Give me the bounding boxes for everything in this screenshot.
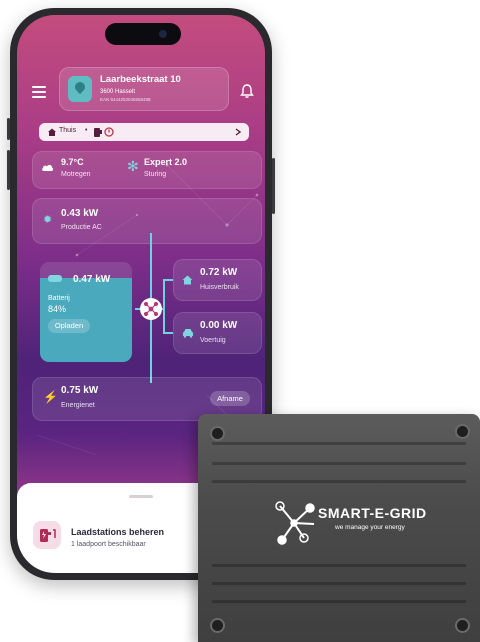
vehicle-card[interactable]: 0.00 kW Voertuig [173, 312, 262, 354]
battery-label: Batterij [48, 295, 70, 302]
home-icon [48, 128, 56, 136]
car-icon [183, 329, 193, 338]
screw-icon [455, 424, 470, 439]
cloud-icon [42, 164, 54, 171]
bell-icon[interactable] [239, 83, 255, 99]
sheet-handle[interactable] [129, 495, 153, 498]
screw-icon [210, 426, 225, 441]
hub-icon [140, 298, 162, 320]
grid-value: 0.75 kW [61, 385, 99, 396]
control-label: Sturing [144, 171, 167, 178]
camera-icon [159, 30, 167, 38]
chevron-right-icon [235, 128, 241, 136]
location-ean: EAN 5444253045558488 [100, 97, 151, 102]
fan-icon: ✻ [127, 158, 139, 174]
charge-button[interactable]: Opladen [48, 319, 90, 333]
vehicle-value: 0.00 kW [200, 320, 238, 331]
breadcrumb[interactable]: Thuis • [39, 123, 249, 141]
screw-icon [455, 618, 470, 633]
weather-condition: Motregen [61, 171, 91, 178]
smart-e-grid-logo-icon [275, 501, 315, 545]
battery-card[interactable]: 0.47 kW Batterij 84% Opladen [40, 262, 132, 362]
vehicle-label: Voertuig [200, 337, 226, 344]
sheet-title[interactable]: Laadstations beheren [71, 527, 164, 537]
flow-line-house [163, 279, 173, 281]
control-mode: Expert 2.0 [144, 157, 188, 167]
battery-percent: 84% [48, 304, 67, 314]
location-pin-icon [68, 76, 92, 102]
house-value: 0.72 kW [200, 267, 238, 278]
lightning-icon: ⚡ [43, 390, 58, 404]
device-tagline: we manage your energy [335, 524, 405, 531]
device-brand: SMART-E-GRID [318, 505, 427, 521]
location-city: 3600 Hasselt [100, 89, 136, 95]
location-card[interactable]: Laarbeekstraat 10 3600 Hasselt EAN 54442… [59, 67, 229, 111]
hamburger-icon[interactable] [32, 86, 46, 101]
breadcrumb-home: Thuis [59, 127, 77, 134]
house-label: Huisverbruik [200, 284, 239, 291]
smart-e-grid-device: SMART-E-GRID we manage your energy [198, 414, 480, 642]
battery-value: 0.47 kW [73, 274, 111, 285]
phone-power-button [272, 158, 275, 214]
production-value: 0.43 kW [61, 208, 99, 219]
status-card: 9.7°C Motregen ✻ Expert 2.0 Sturing [32, 151, 262, 189]
phone-volume-button [7, 118, 10, 140]
charging-station-icon [33, 521, 61, 549]
breadcrumb-separator: • [85, 127, 88, 134]
location-street: Laarbeekstraat 10 [100, 74, 181, 85]
flow-line-vehicle [163, 332, 173, 334]
grid-label: Energienet [61, 402, 95, 409]
production-card[interactable]: ✹ 0.43 kW Productie AC [32, 198, 262, 244]
flow-line-branch [163, 279, 165, 333]
screw-icon [210, 618, 225, 633]
battery-icon [48, 275, 62, 282]
house-card[interactable]: 0.72 kW Huisverbruik [173, 259, 262, 301]
phone-volume-button [7, 150, 10, 190]
charger-icon [94, 127, 114, 137]
sheet-subtitle: 1 laadpoort beschikbaar [71, 541, 146, 548]
phone-notch [105, 23, 181, 45]
production-label: Productie AC [61, 224, 102, 231]
weather-temperature: 9.7°C [61, 157, 84, 167]
house-icon [182, 275, 193, 285]
sun-icon: ✹ [43, 214, 53, 226]
grid-direction-badge: Afname [210, 391, 250, 406]
